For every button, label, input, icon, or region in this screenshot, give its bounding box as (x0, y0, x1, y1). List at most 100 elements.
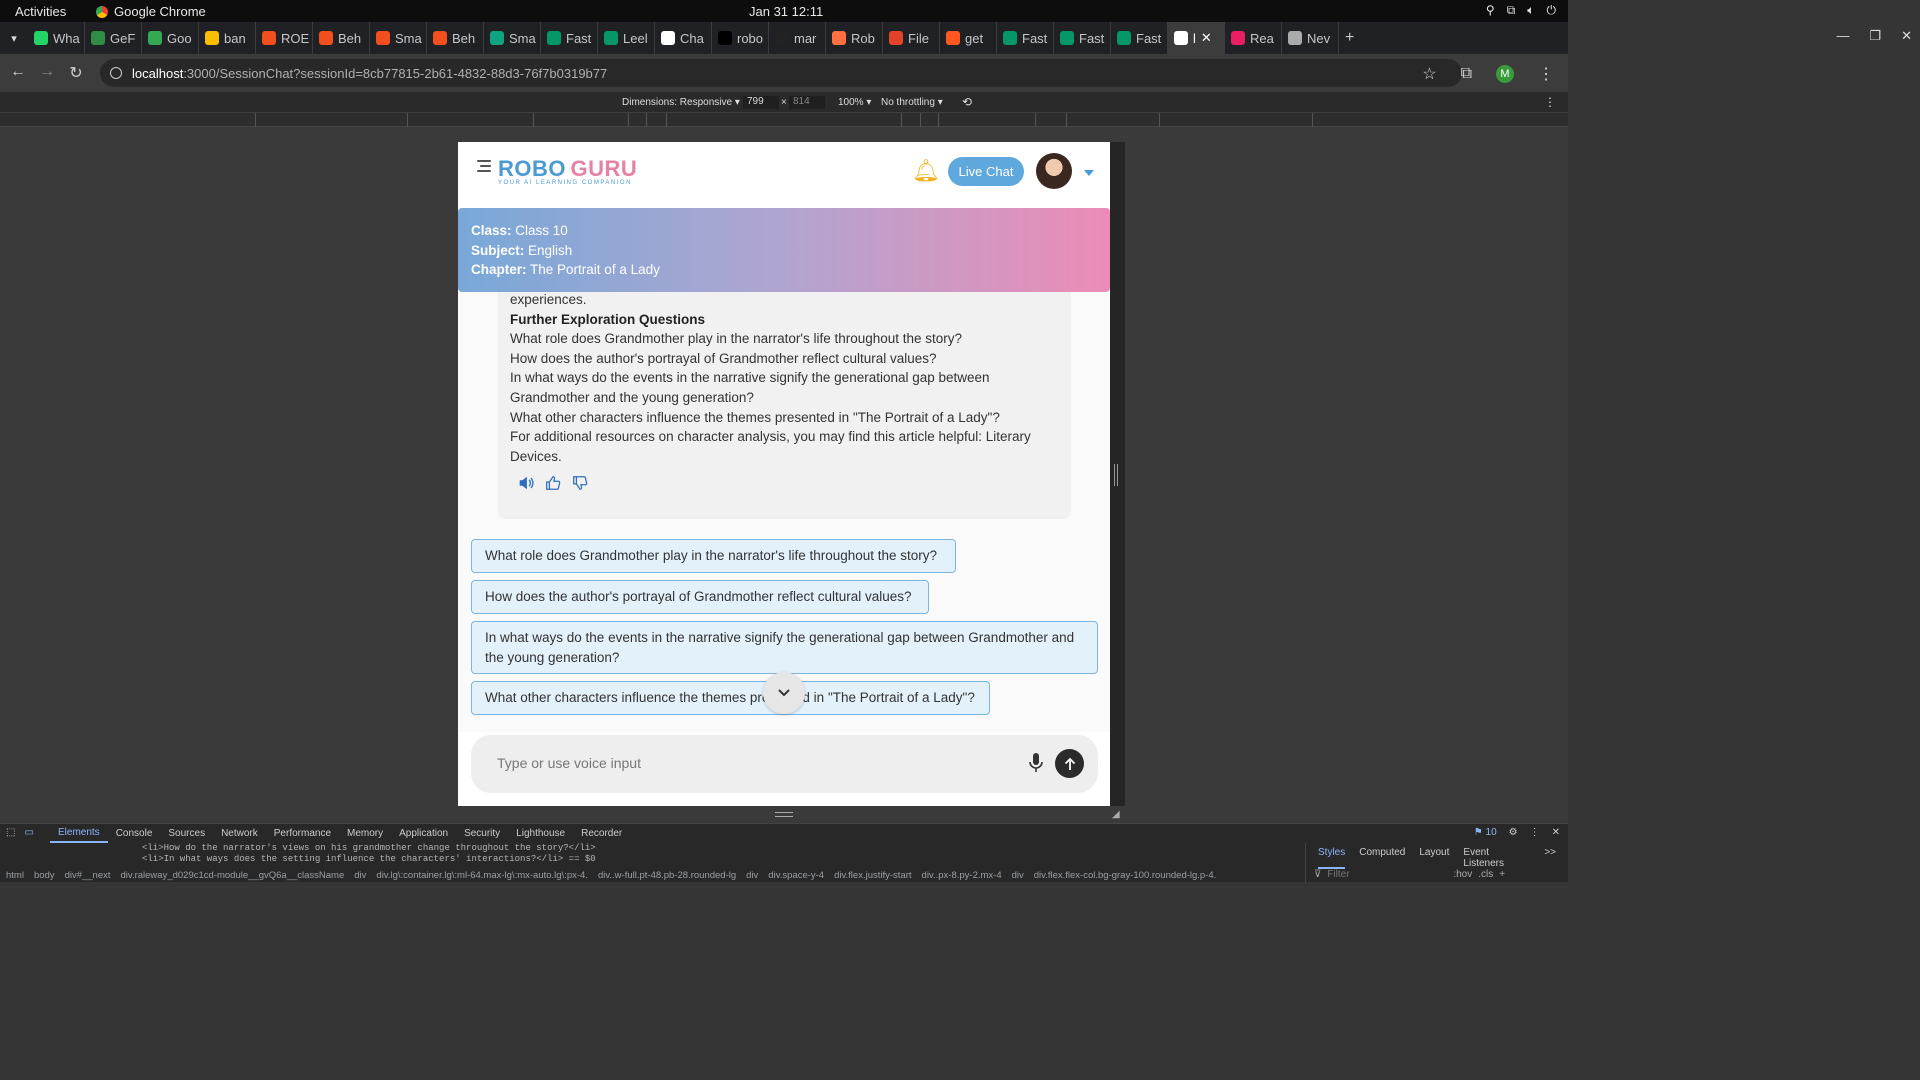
browser-tab[interactable]: Beh (427, 22, 484, 54)
send-button[interactable] (1055, 749, 1084, 778)
browser-tab[interactable]: File (883, 22, 940, 54)
activities-button[interactable]: Activities (15, 4, 66, 19)
devtools-tab[interactable]: Application (391, 824, 456, 843)
suggestion-chip[interactable]: What role does Grandmother play in the n… (471, 539, 956, 573)
reload-icon[interactable]: ↻ (61, 63, 91, 83)
browser-tab[interactable]: Goo (142, 22, 199, 54)
tab-close-icon[interactable]: ✕ (1201, 30, 1212, 46)
issues-counter[interactable]: ⚑ 10 (1474, 827, 1497, 838)
breadcrumb-item[interactable]: div..w-full.pt-48.pb-28.rounded-lg (598, 870, 736, 881)
devtools-close-icon[interactable]: ✕ (1552, 827, 1560, 838)
devtools-tab[interactable]: Sources (160, 824, 213, 843)
breadcrumb-item[interactable]: div.flex.justify-start (834, 870, 911, 881)
browser-tab[interactable]: Cha (655, 22, 712, 54)
microphone-icon[interactable] (1028, 752, 1044, 774)
maximize-icon[interactable]: ❐ (1869, 28, 1881, 44)
browser-tab[interactable]: ban (199, 22, 256, 54)
breadcrumb-item[interactable]: body (34, 870, 55, 881)
robo-guru-logo[interactable]: ROBO GURU YOUR AI LEARNING COMPANION (498, 156, 637, 186)
devtools-tab[interactable]: Elements (50, 824, 108, 843)
browser-tab[interactable]: get (940, 22, 997, 54)
browser-tab[interactable]: Rob (826, 22, 883, 54)
viewport-resize-handle-right[interactable] (1114, 464, 1118, 486)
suggestion-chip[interactable]: In what ways do the events in the narrat… (471, 621, 1098, 675)
dom-node-line[interactable]: <li>How do the narrator's views on his g… (142, 843, 1295, 854)
speaker-icon[interactable] (517, 474, 535, 492)
tab-search-button[interactable]: ▾ (0, 24, 28, 52)
minimize-icon[interactable]: — (1836, 28, 1849, 44)
bookmark-star-icon[interactable]: ☆ (1422, 64, 1436, 84)
system-tray[interactable]: ⚲ ⧉ 🔈︎ ⏻ (1486, 3, 1556, 18)
browser-tab[interactable]: Leel (598, 22, 655, 54)
rotate-icon[interactable]: ⟲ (962, 95, 972, 109)
devtools-tab[interactable]: Memory (339, 824, 391, 843)
media-query-ruler[interactable] (0, 113, 1568, 127)
new-tab-button[interactable]: + (1339, 22, 1360, 54)
browser-tab[interactable]: Fast (997, 22, 1054, 54)
viewport-resize-handle-corner[interactable]: ◢ (1112, 809, 1120, 820)
elements-tree[interactable]: <li>How do the narrator's views on his g… (0, 843, 1295, 866)
omnibox[interactable]: localhost:3000/SessionChat?sessionId=8cb… (100, 59, 1462, 87)
breadcrumb-item[interactable]: div.lg\:container.lg\:ml-64.max-lg\:mx-a… (376, 870, 588, 881)
browser-tab[interactable]: Fast (1054, 22, 1111, 54)
app-menu[interactable]: Google Chrome (96, 4, 206, 19)
suggestion-chip[interactable]: How does the author's portrayal of Grand… (471, 580, 929, 614)
hamburger-menu-icon[interactable] (477, 160, 491, 175)
extensions-icon[interactable]: ⧉ (1461, 65, 1472, 83)
breadcrumb-item[interactable]: html (6, 870, 24, 881)
viewport-width-input[interactable]: 799 (743, 96, 779, 109)
styles-pane-tab[interactable]: Styles (1318, 847, 1346, 869)
volume-icon[interactable]: 🔈︎ (1527, 3, 1534, 18)
zoom-select[interactable]: 100% ▾ (838, 97, 871, 108)
breadcrumb-item[interactable]: div (354, 870, 366, 881)
breadcrumb-item[interactable]: div.raleway_d029c1cd-module__gvQ6a__clas… (121, 870, 345, 881)
browser-tab[interactable]: Rea (1225, 22, 1282, 54)
power-icon[interactable]: ⏻ (1547, 3, 1557, 18)
devtools-more-icon[interactable]: ⋮ (1530, 827, 1540, 838)
breadcrumb-item[interactable]: div..px-8.py-2.mx-4 (922, 870, 1002, 881)
thumbs-up-icon[interactable] (544, 474, 562, 492)
devtools-tab[interactable]: Console (108, 824, 161, 843)
devtools-tab[interactable]: Network (213, 824, 266, 843)
breadcrumb-item[interactable]: div.space-y-4 (768, 870, 824, 881)
breadcrumb-item[interactable]: div (1012, 870, 1024, 881)
devtools-tab[interactable]: Security (456, 824, 508, 843)
back-icon[interactable]: ← (3, 63, 33, 81)
devtools-tab[interactable]: Performance (266, 824, 339, 843)
browser-tab[interactable]: mar (769, 22, 826, 54)
browser-tab[interactable]: l ✕ (1168, 22, 1225, 54)
breadcrumb-item[interactable]: div.flex.flex-col.bg-gray-100.rounded-lg… (1034, 870, 1217, 881)
cls-toggle[interactable]: .cls (1478, 869, 1493, 880)
device-more-icon[interactable]: ⋮ (1544, 95, 1556, 109)
browser-tab[interactable]: Fast (541, 22, 598, 54)
new-rule-icon[interactable]: + (1499, 869, 1505, 880)
styles-pane-tab[interactable]: Event Listeners (1463, 847, 1530, 869)
close-window-icon[interactable]: ✕ (1901, 28, 1912, 44)
throttle-select[interactable]: No throttling ▾ (881, 97, 943, 108)
browser-tab[interactable]: Wha (28, 22, 85, 54)
user-menu-caret-icon[interactable] (1084, 170, 1094, 176)
styles-filter-input[interactable] (1327, 868, 1448, 880)
browser-tab[interactable]: robo (712, 22, 769, 54)
breadcrumb-item[interactable]: div (746, 870, 758, 881)
viewport-height-input[interactable]: 814 (789, 96, 825, 109)
styles-pane-tab[interactable]: Layout (1419, 847, 1449, 869)
browser-tab[interactable]: Sma (484, 22, 541, 54)
devtools-settings-icon[interactable]: ⚙ (1509, 827, 1518, 838)
network-icon[interactable]: ⧉ (1507, 3, 1516, 18)
scroll-to-bottom-button[interactable] (763, 672, 805, 714)
hov-toggle[interactable]: :hov (1453, 869, 1472, 880)
styles-pane-tab[interactable]: Computed (1359, 847, 1405, 869)
user-avatar[interactable] (1036, 153, 1072, 189)
dom-node-line[interactable]: <li>In what ways does the setting influe… (142, 854, 1295, 865)
forward-icon[interactable]: → (32, 63, 62, 81)
clock[interactable]: Jan 31 12:11 (749, 4, 823, 19)
thumbs-down-icon[interactable] (571, 474, 589, 492)
chat-scroll-area[interactable]: experiences. Further Exploration Questio… (458, 292, 1110, 732)
browser-tab[interactable]: GeF (85, 22, 142, 54)
viewport-resize-handle-bottom[interactable] (775, 812, 793, 817)
browser-menu-icon[interactable]: ⋮ (1538, 64, 1554, 84)
breadcrumb-item[interactable]: div#__next (65, 870, 111, 881)
browser-tab[interactable]: ROE (256, 22, 313, 54)
dimensions-select[interactable]: Dimensions: Responsive ▾ (622, 97, 740, 108)
